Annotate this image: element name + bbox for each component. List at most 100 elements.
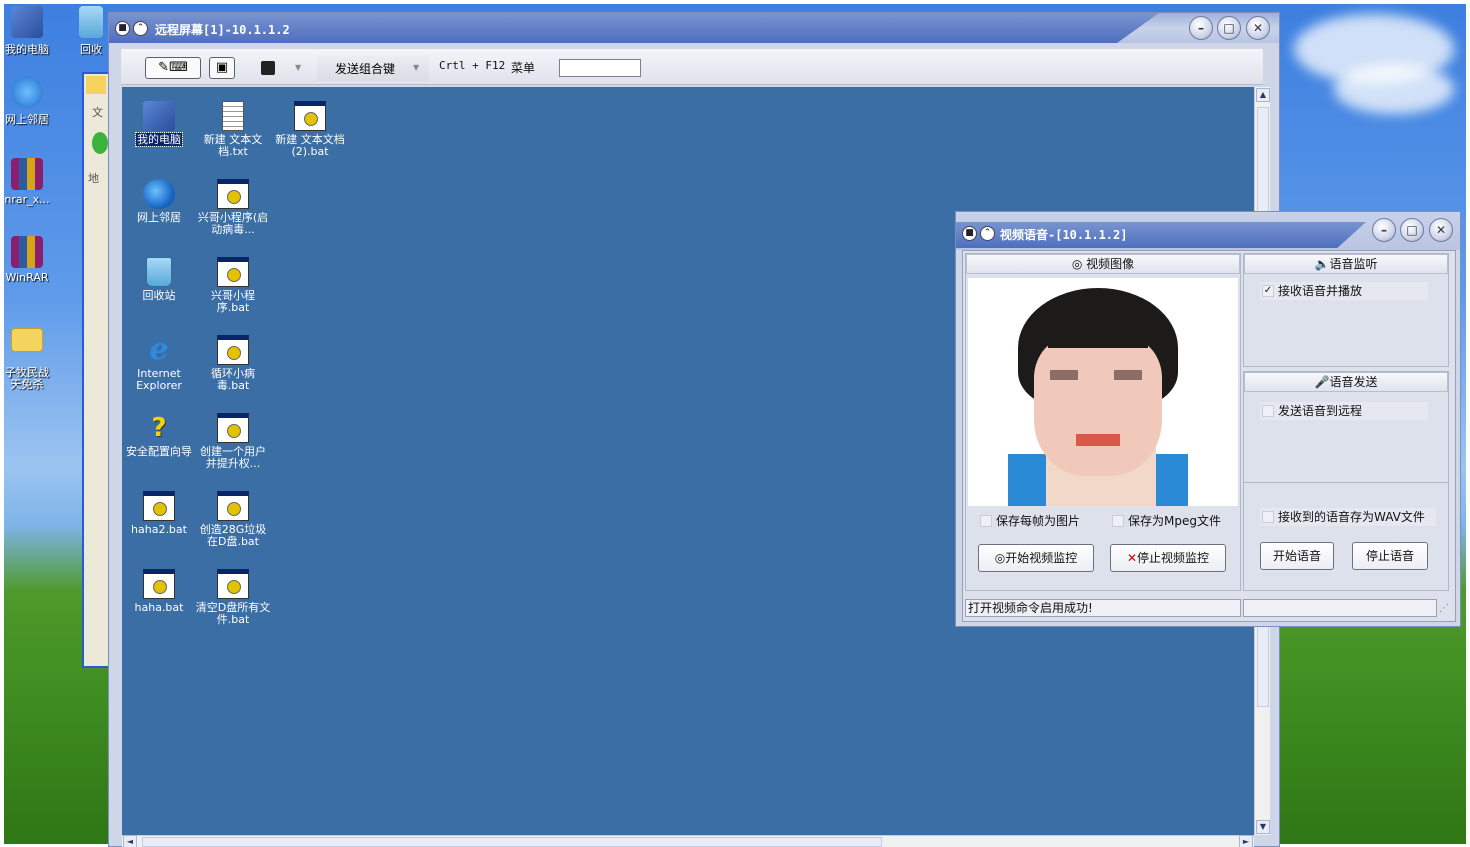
video-voice-window[interactable]: ■ ⌃ 视频语音-[10.1.1.2] – □ ✕ ◎ 视频图像 保存每帧为图片…	[955, 211, 1461, 627]
stop-audio-button[interactable]: 停止语音	[1352, 542, 1428, 570]
remote-icon-clear-d[interactable]: 清空D盘所有文件.bat	[195, 569, 271, 626]
winrar-icon	[11, 236, 43, 268]
chevron-down-icon: ▼	[413, 63, 420, 72]
receive-play-checkbox[interactable]: ✓ 接收语音并播放	[1260, 282, 1428, 300]
remote-icon-loop-virus[interactable]: 循环小病毒.bat	[195, 335, 271, 392]
remote-icon-haha2[interactable]: haha2.bat	[122, 491, 198, 536]
remote-icon-xingge-startup[interactable]: 兴哥小程序(启动病毒...	[195, 179, 271, 236]
send-remote-checkbox[interactable]: 发送语音到远程	[1260, 402, 1428, 420]
remote-icon-ie[interactable]: e Internet Explorer	[122, 335, 198, 392]
remote-icon-security-wizard[interactable]: ? 安全配置向导	[122, 413, 198, 458]
batch-file-icon	[217, 413, 249, 443]
stop-video-button[interactable]: ✕停止视频监控	[1110, 544, 1226, 572]
save-dropdown-icon[interactable]: ▼	[295, 63, 301, 72]
toolbar-text-input[interactable]	[559, 59, 641, 77]
start-video-label: 开始视频监控	[1005, 551, 1078, 565]
host-icon-label: nrar_x...	[4, 193, 50, 206]
internet-explorer-icon: e	[149, 332, 169, 367]
save-icon[interactable]	[261, 61, 275, 75]
batch-file-icon	[143, 569, 175, 599]
minimize-button[interactable]: –	[1372, 218, 1396, 242]
host-icon-network[interactable]: 网上邻居	[4, 76, 62, 127]
explorer-menu-fragment[interactable]: 文	[92, 104, 103, 120]
checkbox-box[interactable]	[1262, 405, 1274, 417]
checkbox-box[interactable]	[980, 515, 992, 527]
remote-icon-label: 网上邻居	[137, 211, 181, 224]
resize-grip-icon[interactable]: ⋰	[1439, 603, 1449, 614]
fullscreen-button[interactable]: ▣	[209, 57, 235, 79]
stop-video-label: 停止视频监控	[1137, 551, 1210, 565]
network-icon	[11, 76, 43, 108]
remote-icon-my-computer[interactable]: 我的电脑	[122, 101, 198, 147]
video-window-titlebar[interactable]: ■ ⌃ 视频语音-[10.1.1.2] – □ ✕	[956, 212, 1460, 250]
close-button[interactable]: ✕	[1246, 16, 1270, 40]
remote-icon-label: 创建一个用户并提升权...	[200, 445, 266, 470]
remote-icon-label: 兴哥小程序(启动病毒...	[197, 211, 269, 236]
start-audio-button[interactable]: 开始语音	[1260, 542, 1334, 570]
scroll-thumb[interactable]	[142, 837, 882, 847]
save-frames-checkbox[interactable]: 保存每帧为图片	[978, 512, 1098, 530]
remote-icon-label: 循环小病毒.bat	[211, 367, 255, 392]
host-icon-winrar[interactable]: WinRAR	[4, 236, 62, 284]
remote-icon-network[interactable]: 网上邻居	[122, 179, 198, 224]
host-icon-rar[interactable]: nrar_x...	[4, 158, 62, 206]
send-remote-label: 发送语音到远程	[1278, 404, 1363, 418]
remote-icon-label: haha.bat	[134, 601, 184, 614]
maximize-button[interactable]: □	[1400, 218, 1424, 242]
recycle-bin-icon	[146, 257, 172, 287]
scroll-left-icon[interactable]: ◄	[123, 835, 137, 847]
start-video-button[interactable]: ◎开始视频监控	[978, 544, 1094, 572]
scroll-up-icon[interactable]: ▲	[1256, 88, 1270, 102]
maximize-button[interactable]: □	[1217, 16, 1241, 40]
remote-icon-haha[interactable]: haha.bat	[122, 569, 198, 614]
menu-label[interactable]: 菜单	[511, 59, 535, 76]
audio-listen-title: 语音监听	[1329, 257, 1378, 271]
remote-icon-recycle-bin[interactable]: 回收站	[122, 257, 198, 302]
checkbox-box[interactable]: ✓	[1262, 285, 1274, 297]
camera-icon: ◎	[1071, 257, 1087, 271]
batch-file-icon	[217, 335, 249, 365]
remote-icon-new-text[interactable]: 新建 文本文档.txt	[195, 101, 271, 158]
archive-icon	[11, 158, 43, 190]
horizontal-scrollbar[interactable]: ◄ ►	[122, 835, 1254, 847]
start-audio-label: 开始语音	[1272, 549, 1321, 563]
host-icon-my-computer[interactable]: 我的电脑	[4, 6, 62, 57]
folder-icon	[11, 328, 43, 352]
address-label-fragment: 地	[88, 172, 99, 185]
close-button[interactable]: ✕	[1429, 218, 1453, 242]
back-arrow-icon[interactable]	[92, 132, 108, 154]
send-combo-dropdown[interactable]: 发送组合键 ▼	[317, 55, 429, 81]
remote-icon-create-user[interactable]: 创建一个用户并提升权...	[195, 413, 271, 470]
remote-icon-new-text-2[interactable]: 新建 文本文档 (2).bat	[272, 101, 348, 158]
system-menu-icon[interactable]: ■	[962, 226, 977, 241]
save-mpeg-checkbox[interactable]: 保存为Mpeg文件	[1110, 512, 1230, 530]
stop-audio-label: 停止语音	[1365, 549, 1414, 563]
remote-icon-xingge[interactable]: 兴哥小程序.bat	[195, 257, 271, 314]
divider	[1244, 482, 1448, 483]
remote-icon-create-junk[interactable]: 创造28G垃圾在D盘.bat	[195, 491, 271, 548]
rollup-icon[interactable]: ⌃	[980, 226, 995, 241]
checkbox-box[interactable]	[1262, 511, 1274, 523]
host-icon-folder[interactable]: 子牧民战 天免杀	[4, 316, 62, 391]
scroll-right-icon[interactable]: ►	[1239, 835, 1253, 847]
system-menu-icon[interactable]: ■	[115, 21, 130, 36]
mouse-control-button[interactable]: ✎⌨	[145, 57, 201, 79]
host-icon-label: 子牧民战 天免杀	[5, 366, 49, 391]
remote-toolbar: ✎⌨ ▣ ▼ 发送组合键 ▼ Crtl + F12 菜单	[121, 49, 1263, 85]
send-combo-label: 发送组合键	[335, 62, 396, 76]
remote-window-titlebar[interactable]: ■ ⌃ 远程屏幕[1]-10.1.1.2 – □ ✕	[109, 13, 1279, 43]
batch-file-icon	[143, 491, 175, 521]
recycle-bin-icon	[79, 6, 103, 38]
status-text: 打开视频命令启用成功!	[968, 601, 1093, 615]
audio-send-header: 🎤语音发送	[1244, 372, 1448, 392]
rollup-icon[interactable]: ⌃	[133, 21, 148, 36]
checkbox-box[interactable]	[1112, 515, 1124, 527]
remote-icon-label: 新建 文本文档 (2).bat	[275, 133, 345, 158]
save-wav-checkbox[interactable]: 接收到的语音存为WAV文件	[1260, 508, 1436, 526]
speaker-icon: 🔈	[1314, 257, 1330, 271]
text-file-icon	[222, 101, 244, 131]
batch-file-icon	[217, 491, 249, 521]
computer-icon	[11, 6, 43, 38]
scroll-down-icon[interactable]: ▼	[1256, 820, 1270, 834]
minimize-button[interactable]: –	[1189, 16, 1213, 40]
